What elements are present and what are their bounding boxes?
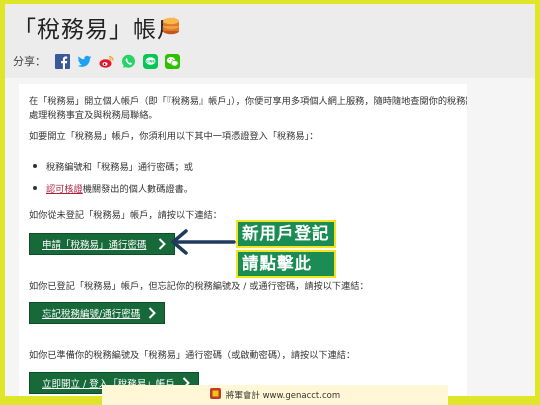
section1-text: 如你從未登記「稅務易」帳戶，請按以下連結：: [29, 210, 222, 221]
section2-text: 如你已登記「稅務易」帳戶，但忘記你的稅務編號及 / 或通行密碼，請按以下連結：: [29, 281, 369, 292]
page-title: 「稅務易」帳戶: [13, 17, 181, 43]
footer-text: 將軍會計 www.genacct.com: [225, 391, 341, 401]
apply-password-button[interactable]: 申請「稅務易」通行密碼: [29, 233, 175, 255]
arrow-left-icon: [168, 227, 236, 261]
chevron-right-icon: [148, 307, 156, 322]
line-icon[interactable]: LINE: [143, 53, 158, 69]
callout-line1: 新用戶登記: [236, 220, 336, 248]
share-label: 分享：: [13, 55, 46, 68]
whatsapp-icon[interactable]: [121, 54, 136, 69]
logo-icon: [209, 388, 221, 402]
coin-stack-icon: [162, 15, 180, 39]
bullet-item-2: 認可核證 機關發出的個人數碼證書。: [33, 181, 193, 195]
new-user-callout: 新用戶登記 請點擊此: [236, 220, 336, 280]
twitter-icon[interactable]: [77, 54, 92, 69]
page-header: 「稅務易」帳戶 分享： LINE: [5, 4, 535, 78]
section3-text: 如你已準備你的稅務編號及「稅務易」通行密碼（或啟動密碼），請按以下連結：: [29, 350, 356, 361]
callout-line2: 請點擊此: [236, 250, 336, 278]
svg-text:LINE: LINE: [146, 59, 155, 63]
intro-text-line1: 在「稅務易」開立個人帳戶（即「『稅務易』帳戶」），你便可享用多項個人網上服務，隨…: [29, 96, 467, 107]
bullet-item-1-text: 稅務編號和「稅務易」通行密碼；或: [46, 162, 193, 173]
bullet-item-1: 稅務編號和「稅務易」通行密碼；或: [33, 159, 193, 173]
page-frame: 「稅務易」帳戶 分享： LINE 在「稅務易」開立個人帳戶（即「『稅務易』帳戶」…: [5, 4, 535, 396]
forgot-credentials-button-label: 忘記稅務編號/通行密碼: [42, 309, 141, 320]
share-row: 分享： LINE: [13, 50, 180, 72]
certification-authority-link[interactable]: 認可核證: [46, 181, 83, 195]
weibo-icon[interactable]: [99, 54, 114, 69]
chevron-right-icon: [158, 238, 166, 253]
bullet-dot: [33, 186, 37, 190]
footer-bar: 將軍會計 www.genacct.com: [102, 385, 448, 405]
method-intro-text: 如要開立「稅務易」帳戶，你須利用以下其中一項憑證登入「稅務易」：: [29, 131, 319, 142]
apply-password-button-label: 申請「稅務易」通行密碼: [42, 240, 147, 251]
bullet-dot: [33, 164, 37, 168]
forgot-credentials-button[interactable]: 忘記稅務編號/通行密碼: [29, 302, 165, 324]
intro-text-line2: 處理稅務事宜及與稅務局聯絡。: [29, 110, 158, 121]
wechat-icon[interactable]: [165, 53, 180, 69]
facebook-icon[interactable]: [55, 53, 70, 69]
bullet-item-2-text: 機關發出的個人數碼證書。: [82, 184, 193, 195]
